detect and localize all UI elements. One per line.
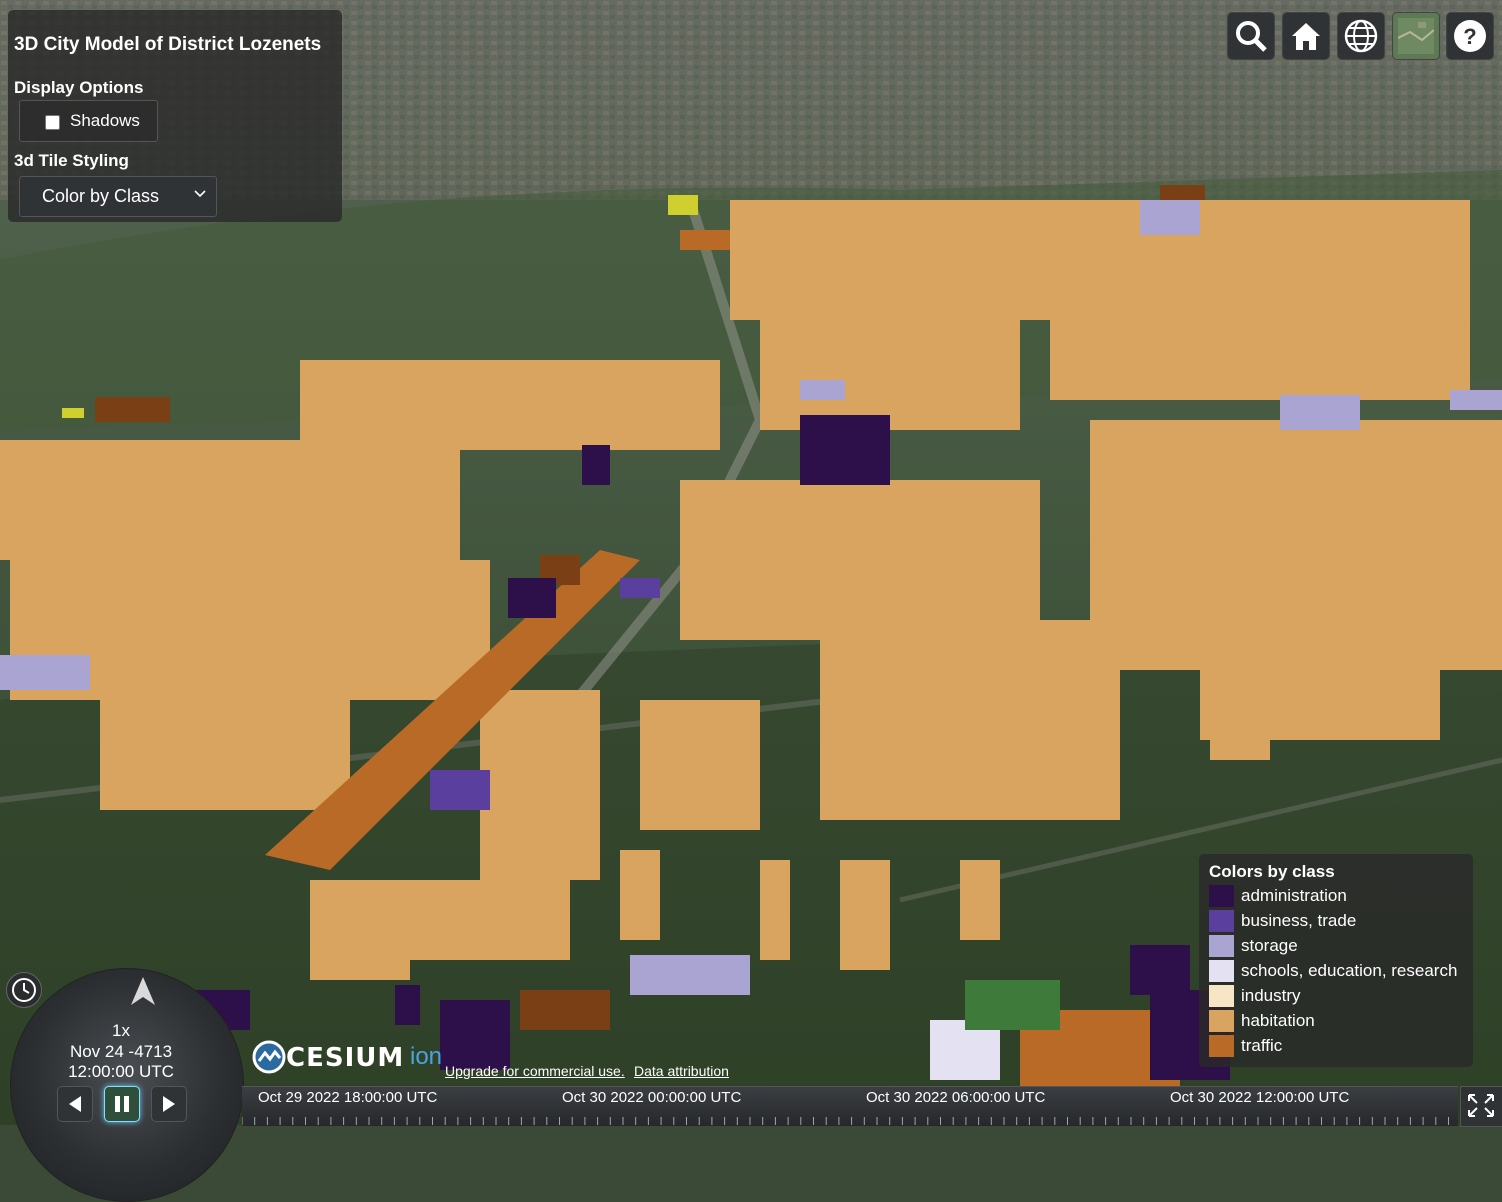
tile-styling-label: 3d Tile Styling [14,151,129,170]
animation-speed: 1x [112,1021,130,1040]
animation-date: Nov 24 -4713 [69,1042,173,1061]
timeline-label: Oct 30 2022 06:00:00 UTC [866,1089,1046,1106]
animation-time: 12:00:00 UTC [68,1062,174,1081]
fullscreen-button[interactable] [1460,1086,1502,1127]
logo-text: CESIUM [286,1043,405,1073]
clock-icon [12,978,36,1002]
play-reverse-icon [69,1096,81,1112]
chevron-down-icon [194,190,206,198]
home-button[interactable] [1282,12,1330,60]
clock-button[interactable] [6,972,42,1008]
scene-mode-button[interactable] [1337,12,1385,60]
styling-select[interactable]: Color by Class [19,176,217,217]
play-reverse-button[interactable] [57,1086,93,1122]
legend-swatch [1209,885,1234,907]
pause-icon [115,1096,129,1112]
legend-label: storage [1241,936,1298,955]
legend-swatch [1209,985,1234,1007]
help-icon: ? [1454,20,1486,52]
panel-title: 3D City Model of District Lozenets [14,34,322,55]
legend-label: traffic [1241,1036,1283,1055]
home-icon [1292,23,1320,50]
legend-swatch [1209,960,1234,982]
shadows-label: Shadows [70,111,140,130]
legend-label: industry [1241,986,1301,1005]
legend-title: Colors by class [1209,862,1335,881]
legend-label: business, trade [1241,911,1357,930]
play-icon [163,1096,175,1112]
search-button[interactable] [1227,12,1275,60]
shadows-checkbox[interactable] [45,115,60,130]
legend-label: administration [1241,886,1347,905]
cesium-ion-logo[interactable]: CESIUM ion [252,1040,452,1076]
legend-swatch [1209,1035,1234,1057]
play-forward-button[interactable] [151,1086,187,1122]
pause-button[interactable] [104,1086,140,1122]
logo-suffix: ion [410,1043,443,1070]
legend-label: habitation [1241,1011,1315,1030]
upgrade-link[interactable]: Upgrade for commercial use. [445,1063,625,1079]
styling-selected-value: Color by Class [42,186,160,206]
shuttle-ring-pointer[interactable] [125,975,161,1011]
control-panel: 3D City Model of District Lozenets Displ… [8,10,342,222]
class-color-legend: Colors by class administration business,… [1199,854,1473,1067]
search-icon [1236,21,1267,52]
svg-text:?: ? [1463,24,1476,49]
map-layer-icon [1398,18,1434,54]
globe-icon [1344,19,1378,53]
cesium-logo-icon [252,1040,286,1074]
base-layer-picker[interactable] [1392,12,1440,60]
legend-swatch [1209,1010,1234,1032]
shadows-toggle[interactable]: Shadows [19,100,158,142]
data-attribution-link[interactable]: Data attribution [634,1063,729,1079]
timeline-label: Oct 30 2022 12:00:00 UTC [1170,1089,1350,1106]
display-options-label: Display Options [14,78,144,97]
legend-swatch [1209,910,1234,932]
fullscreen-icon [1468,1094,1494,1117]
help-button[interactable]: ? [1446,12,1494,60]
legend-label: schools, education, research [1241,961,1458,980]
timeline-label: Oct 30 2022 00:00:00 UTC [562,1089,742,1106]
legend-swatch [1209,935,1234,957]
timeline-label: Oct 29 2022 18:00:00 UTC [258,1089,438,1106]
